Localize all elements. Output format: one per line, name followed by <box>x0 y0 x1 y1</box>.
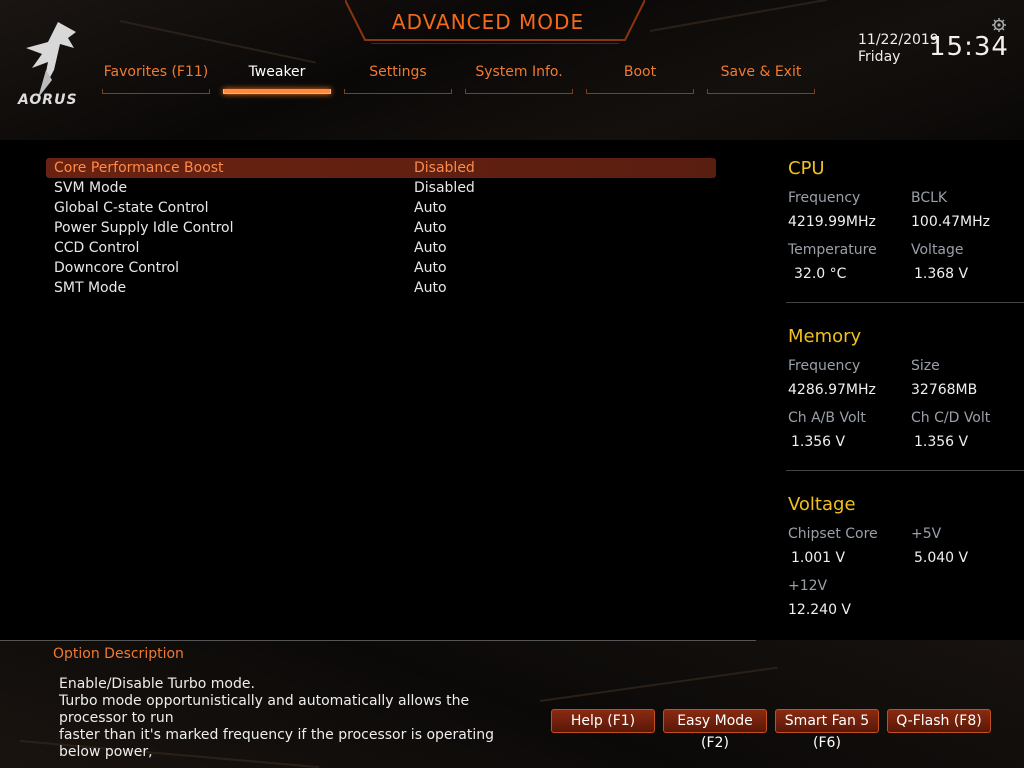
setting-label: Global C-state Control <box>54 200 209 216</box>
setting-label: Power Supply Idle Control <box>54 220 234 236</box>
setting-label: SVM Mode <box>54 180 128 196</box>
setting-value[interactable]: Auto <box>414 198 447 218</box>
setting-svm-mode[interactable]: SVM Mode Disabled <box>46 178 716 198</box>
date-text: 11/22/2019 <box>858 32 939 48</box>
cpu-frequency-label: Frequency <box>788 190 861 206</box>
setting-value[interactable]: Auto <box>414 218 447 238</box>
tab-underline <box>586 89 694 94</box>
setting-ccd-control[interactable]: CCD Control Auto <box>46 238 716 258</box>
setting-label: SMT Mode <box>54 280 127 296</box>
setting-label: Downcore Control <box>54 260 180 276</box>
setting-value[interactable]: Disabled <box>414 158 475 178</box>
cpu-panel: CPU Frequency BCLK 4219.99MHz 100.47MHz … <box>788 158 1018 298</box>
description-line: Turbo mode opportunistically and automat… <box>59 693 470 726</box>
tab-underline <box>465 89 573 94</box>
memory-size-value: 32768MB <box>911 382 978 398</box>
memory-cd-volt-value: 1.356 V <box>914 434 969 450</box>
cpu-bclk-label: BCLK <box>911 190 948 206</box>
setting-core-performance-boost[interactable]: Core Performance Boost Disabled <box>46 158 716 178</box>
option-description-text: Enable/Disable Turbo mode. Turbo mode op… <box>59 676 539 761</box>
option-description-title: Option Description <box>53 646 184 662</box>
chipset-core-label: Chipset Core <box>788 526 878 542</box>
gear-icon[interactable] <box>992 18 1006 32</box>
setting-label: Core Performance Boost <box>54 160 224 176</box>
plus12v-label: +12V <box>788 578 828 594</box>
cpu-title: CPU <box>788 158 825 179</box>
setting-smt-mode[interactable]: SMT Mode Auto <box>46 278 716 298</box>
memory-size-label: Size <box>911 358 940 374</box>
cpu-voltage-label: Voltage <box>911 242 964 258</box>
plus12v-value: 12.240 V <box>788 602 852 618</box>
tab-settings[interactable]: Settings <box>344 64 452 94</box>
cpu-bclk-value: 100.47MHz <box>911 214 990 230</box>
memory-frequency-label: Frequency <box>788 358 861 374</box>
setting-value[interactable]: Auto <box>414 238 447 258</box>
cpu-frequency-value: 4219.99MHz <box>788 214 876 230</box>
setting-value[interactable]: Auto <box>414 258 447 278</box>
setting-global-c-state[interactable]: Global C-state Control Auto <box>46 198 716 218</box>
panel-divider <box>786 470 1024 471</box>
day-text: Friday <box>858 49 901 65</box>
voltage-panel: Voltage Chipset Core +5V 1.001 V 5.040 V… <box>788 494 1018 624</box>
tab-label: Settings <box>369 64 427 80</box>
tab-tweaker[interactable]: Tweaker <box>223 64 331 94</box>
memory-cd-volt-label: Ch C/D Volt <box>911 410 991 426</box>
setting-value[interactable]: Disabled <box>414 178 475 198</box>
tab-label: Boot <box>623 64 657 80</box>
plus5v-value: 5.040 V <box>914 550 969 566</box>
setting-power-supply-idle[interactable]: Power Supply Idle Control Auto <box>46 218 716 238</box>
help-button[interactable]: Help (F1) <box>551 709 655 733</box>
description-line: faster than it's marked frequency if the… <box>59 727 494 760</box>
tab-underline <box>344 89 452 94</box>
tab-save-exit[interactable]: Save & Exit <box>707 64 815 94</box>
smart-fan-button[interactable]: Smart Fan 5 (F6) <box>775 709 879 751</box>
voltage-title: Voltage <box>788 494 856 515</box>
description-divider <box>0 640 756 641</box>
memory-panel: Memory Frequency Size 4286.97MHz 32768MB… <box>788 326 1018 466</box>
cpu-temperature-value: 32.0 °C <box>794 266 847 282</box>
page-title: ADVANCED MODE <box>391 10 585 34</box>
cpu-temperature-label: Temperature <box>788 242 877 258</box>
cpu-voltage-value: 1.368 V <box>914 266 969 282</box>
tab-favorites[interactable]: Favorites (F11) <box>102 64 210 94</box>
easy-mode-button[interactable]: Easy Mode (F2) <box>663 709 767 751</box>
memory-ab-volt-value: 1.356 V <box>791 434 846 450</box>
setting-label: CCD Control <box>54 240 140 256</box>
brand-logo-text: AORUS <box>18 92 78 108</box>
chipset-core-value: 1.001 V <box>791 550 846 566</box>
q-flash-button[interactable]: Q-Flash (F8) <box>887 709 991 733</box>
memory-ab-volt-label: Ch A/B Volt <box>788 410 866 426</box>
plus5v-label: +5V <box>911 526 942 542</box>
tab-system-info[interactable]: System Info. <box>465 64 573 94</box>
tab-label: Save & Exit <box>720 64 802 80</box>
tab-label: Favorites (F11) <box>103 64 209 80</box>
clock-time: 15:34 <box>929 32 1009 62</box>
setting-value[interactable]: Auto <box>414 278 447 298</box>
tab-underline <box>102 89 210 94</box>
memory-title: Memory <box>788 326 862 347</box>
tab-boot[interactable]: Boot <box>586 64 694 94</box>
memory-frequency-value: 4286.97MHz <box>788 382 876 398</box>
tab-underline <box>707 89 815 94</box>
panel-divider <box>786 302 1024 303</box>
tab-label: System Info. <box>475 64 563 80</box>
settings-list: Core Performance Boost Disabled SVM Mode D… <box>46 158 716 298</box>
tab-label: Tweaker <box>248 64 306 80</box>
description-line: Enable/Disable Turbo mode. <box>59 676 255 692</box>
tab-underline <box>223 89 331 94</box>
clock-date: 11/22/2019 Friday <box>858 32 939 66</box>
setting-downcore-control[interactable]: Downcore Control Auto <box>46 258 716 278</box>
